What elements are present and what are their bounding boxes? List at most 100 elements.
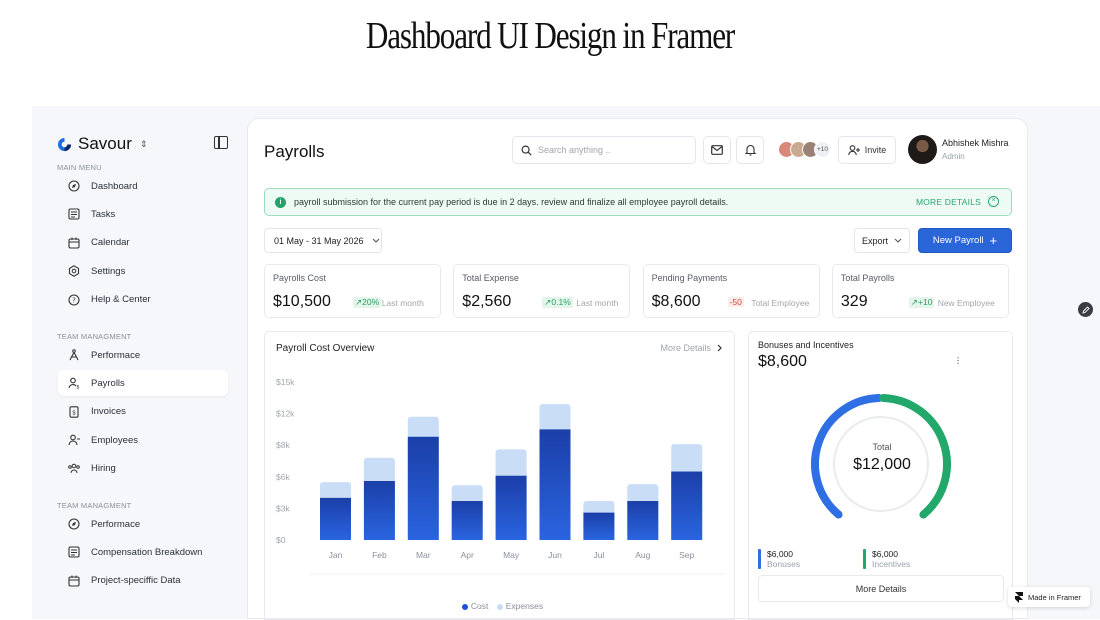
- nav-item-label: Dashboard: [91, 180, 138, 192]
- export-dropdown[interactable]: Export: [854, 228, 910, 253]
- legend-swatch-expenses: [496, 603, 503, 610]
- x-tick-label: Mar: [416, 550, 431, 560]
- performance-icon: [68, 349, 80, 361]
- x-tick-label: Jan: [329, 550, 343, 560]
- svg-text:$: $: [76, 385, 79, 390]
- sidebar-item-project-speciffic-data[interactable]: Project-speciffic Data: [58, 568, 228, 594]
- help-icon: ?: [68, 294, 80, 306]
- stat-label: Pending Payments: [651, 273, 728, 283]
- edit-pen-icon[interactable]: [1078, 302, 1093, 317]
- nav-item-label: Employees: [91, 434, 138, 446]
- incentives-label: Incentives: [872, 559, 911, 569]
- bar-cost-jan[interactable]: [320, 497, 351, 540]
- chevron-updown-icon[interactable]: ⇕: [140, 139, 148, 150]
- svg-text:?: ?: [72, 296, 76, 304]
- stat-label: Total Payrolls: [840, 273, 895, 283]
- stat-card-payrolls-cost: Payrolls Cost $10,500 ↗20% Last month: [264, 264, 441, 318]
- search-input[interactable]: [538, 145, 688, 155]
- section-label-team-2: TEAM MANAGMENT: [57, 501, 132, 510]
- date-range-picker[interactable]: 01 May - 31 May 2026: [264, 228, 382, 253]
- x-tick-label: Feb: [372, 550, 387, 560]
- sidebar-item-employees[interactable]: Employees: [58, 427, 228, 453]
- bonuses-more-details-button[interactable]: More Details: [758, 575, 1004, 602]
- sidebar-item-compensation-breakdown[interactable]: Compensation Breakdown: [58, 539, 228, 565]
- section-label-main-menu: MAIN MENU: [57, 163, 102, 172]
- sidebar-item-tasks[interactable]: Tasks: [58, 201, 228, 227]
- sidebar-item-payrolls[interactable]: $ Payrolls: [58, 370, 228, 397]
- stat-value: $10,500: [273, 293, 331, 310]
- sidebar-item-dashboard[interactable]: Dashboard: [58, 173, 228, 199]
- stat-label: Payrolls Cost: [273, 273, 327, 283]
- bonuses-donut-chart: [811, 394, 951, 519]
- incentives-amount: $6,000: [872, 549, 898, 559]
- made-in-framer-badge[interactable]: Made in Framer: [1008, 587, 1090, 607]
- nav-item-label: Performace: [91, 518, 141, 530]
- bar-cost-mar[interactable]: [407, 436, 439, 540]
- notification-button[interactable]: [736, 136, 764, 164]
- brand-logo-icon: [57, 137, 72, 151]
- team-avatars[interactable]: +10: [778, 141, 831, 158]
- sidebar-item-performace[interactable]: Performace: [58, 342, 228, 368]
- sidebar-toggle-icon[interactable]: [214, 136, 228, 149]
- x-tick-label: Aug: [635, 550, 650, 560]
- calendar-icon: [68, 237, 80, 249]
- user-plus-icon: [847, 144, 860, 155]
- nav-item-label: Hiring: [91, 463, 116, 475]
- mail-button[interactable]: [703, 136, 731, 164]
- sidebar-item-help-center[interactable]: ? Help & Center: [58, 287, 228, 313]
- stat-note: Last month: [381, 298, 424, 308]
- nav-item-label: Help & Center: [91, 294, 151, 306]
- nav-item-label: Compensation Breakdown: [91, 546, 203, 558]
- overview-title: Payroll Cost Overview: [276, 343, 375, 354]
- tasks-icon: [68, 546, 80, 558]
- stat-value: $8,600: [651, 293, 701, 310]
- avatars-more-count: +10: [814, 141, 831, 158]
- nav-item-label: Payrolls: [91, 377, 125, 389]
- bonuses-incentives-card: Bonuses and Incentives $8,600 ··· Total …: [748, 331, 1013, 620]
- nav-item-label: Project-speciffic Data: [91, 575, 181, 587]
- stat-delta-badge: -50: [727, 297, 744, 307]
- page-title: Payrolls: [264, 142, 325, 161]
- sidebar-item-hiring[interactable]: Hiring: [58, 456, 228, 482]
- bar-cost-aug[interactable]: [627, 501, 659, 540]
- stat-value: 329: [840, 293, 868, 310]
- bar-cost-apr[interactable]: [451, 501, 483, 540]
- invite-button[interactable]: Invite: [838, 136, 896, 164]
- nav-item-label: Invoices: [91, 406, 126, 418]
- section-label-team-1: TEAM MANAGMENT: [57, 332, 132, 341]
- y-tick-label: $12k: [276, 409, 295, 419]
- user-add-icon: [68, 434, 80, 446]
- calendar-icon: [68, 575, 80, 587]
- bonuses-label: Bonuses: [767, 559, 801, 569]
- overview-more-details[interactable]: More Details: [660, 343, 722, 353]
- stat-card-total-payrolls: Total Payrolls 329 ↗+10 New Employee: [831, 264, 1009, 318]
- new-payroll-button[interactable]: New Payroll +: [918, 228, 1012, 253]
- alert-more-details-link[interactable]: MORE DETAILS: [916, 197, 981, 207]
- compass-icon: [68, 180, 80, 192]
- more-options-icon[interactable]: ···: [952, 356, 964, 364]
- bar-cost-feb[interactable]: [363, 481, 395, 540]
- alert-message: payroll submission for the current pay p…: [294, 197, 729, 207]
- bar-cost-jul[interactable]: [583, 512, 615, 540]
- stat-note: Last month: [576, 298, 619, 308]
- bar-cost-sep[interactable]: [671, 471, 703, 540]
- close-icon[interactable]: ×: [988, 196, 999, 207]
- date-range-label: 01 May - 31 May 2026: [274, 235, 364, 246]
- x-tick-label: Apr: [461, 550, 474, 560]
- y-tick-label: $8k: [276, 440, 290, 450]
- incentives-marker: [863, 549, 866, 569]
- brand[interactable]: Savour ⇕: [57, 134, 147, 154]
- bar-cost-may[interactable]: [495, 475, 527, 540]
- bar-cost-jun[interactable]: [539, 429, 571, 540]
- search-box[interactable]: [512, 136, 696, 164]
- chevron-right-icon: [717, 344, 722, 352]
- sidebar-item-performace[interactable]: Performace: [58, 511, 228, 537]
- user-avatar[interactable]: [908, 135, 937, 164]
- payroll-user-icon: $: [68, 377, 80, 389]
- invoice-icon: $: [68, 406, 80, 418]
- y-tick-label: $3k: [276, 503, 290, 513]
- donut-center-value: $12,000: [853, 456, 911, 473]
- sidebar-item-calendar[interactable]: Calendar: [58, 230, 228, 256]
- sidebar-item-invoices[interactable]: $ Invoices: [58, 399, 228, 425]
- sidebar-item-settings[interactable]: Settings: [58, 258, 228, 284]
